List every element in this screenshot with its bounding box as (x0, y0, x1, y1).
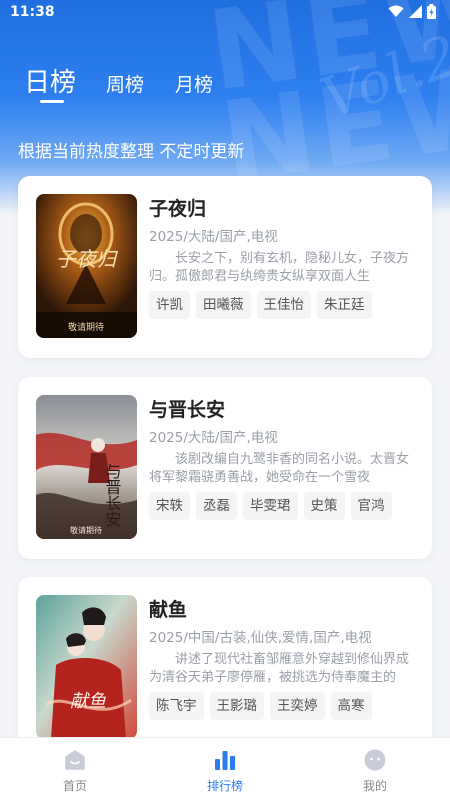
status-bar: 11:38 (0, 0, 450, 26)
nav-profile-label: 我的 (362, 779, 387, 793)
profile-icon (364, 749, 386, 771)
ranking-card[interactable]: 献鱼 献鱼 2025/中国/古装,仙侠,爱情,国产,电视 讲述了现代社畜邹雁意外… (18, 577, 432, 759)
cast-tag: 毕雯珺 (243, 492, 298, 520)
item-description: 讲述了现代社畜邹雁意外穿越到修仙界成为清谷天弟子廖停雁，被挑选为侍奉魔主的 (149, 652, 410, 685)
cast-tag: 田曦薇 (196, 291, 251, 319)
poster-title: 子夜归 (56, 247, 118, 271)
nav-home-label: 首页 (62, 779, 87, 793)
signal-icon (409, 5, 422, 18)
cast-tags: 许凯 田曦薇 王佳怡 朱正廷 (149, 291, 411, 319)
item-description: 该剧改编自九鹭非香的同名小说。太晋女将军黎霜骁勇善战，她受命在一个雪夜 (149, 452, 410, 485)
item-title: 与晋长安 (149, 399, 226, 421)
cast-tag: 王佳怡 (256, 291, 311, 319)
cast-tag: 朱正廷 (317, 291, 372, 319)
nav-home[interactable]: 首页 (0, 738, 150, 800)
status-time: 11:38 (10, 4, 55, 20)
poster-image: 子夜归 敬请期待 (36, 194, 137, 338)
cast-tags: 宋轶 丞磊 毕雯珺 史策 官鸿 (149, 492, 411, 520)
tab-monthly[interactable]: 月榜 (175, 70, 213, 97)
wifi-icon (388, 5, 404, 17)
ranking-card[interactable]: 与晋长安 敬请期待 与晋长安 2025/大陆/国产,电视 该剧改编自九鹭非香的同… (18, 377, 432, 559)
page-subtitle: 根据当前热度整理 不定时更新 (18, 142, 245, 162)
cast-tag: 许凯 (149, 291, 190, 319)
cast-tag: 丞磊 (196, 492, 237, 520)
item-description: 长安之下，别有玄机，隐秘儿女，子夜方归。孤傲郎君与纨绔贵女纵享双面人生 (149, 251, 410, 284)
cast-tag: 史策 (303, 492, 345, 520)
home-icon (65, 750, 85, 770)
cast-tag: 王奕婷 (270, 692, 325, 720)
item-title: 献鱼 (149, 599, 188, 621)
poster-image: 献鱼 (36, 595, 137, 739)
tab-daily[interactable]: 日榜 (24, 62, 76, 99)
poster-title: 与晋长安 (103, 463, 122, 527)
poster-caption: 敬请期待 (70, 525, 102, 535)
cast-tag: 宋轶 (149, 492, 190, 520)
cast-tag: 陈飞宇 (149, 692, 204, 720)
tab-weekly[interactable]: 周榜 (106, 70, 144, 97)
tab-indicator (40, 100, 64, 103)
item-meta: 2025/大陆/国产,电视 (149, 430, 278, 446)
nav-ranking-label: 排行榜 (206, 779, 243, 793)
ranking-icon (215, 751, 235, 770)
poster-image: 与晋长安 敬请期待 (36, 395, 137, 539)
nav-profile[interactable]: 我的 (300, 738, 450, 800)
nav-ranking[interactable]: 排行榜 (150, 738, 300, 800)
item-title: 子夜归 (149, 198, 207, 220)
cast-tag: 王影璐 (209, 692, 264, 720)
bottom-navigation: 首页 排行榜 我的 (0, 737, 450, 800)
item-meta: 2025/中国/古装,仙侠,爱情,国产,电视 (149, 630, 372, 646)
battery-icon (427, 4, 436, 19)
cast-tags: 陈飞宇 王影璐 王奕婷 高寒 (149, 692, 411, 720)
ranking-card[interactable]: 子夜归 敬请期待 子夜归 2025/大陆/国产,电视 长安之下，别有玄机，隐秘儿… (18, 176, 432, 358)
cast-tag: 高寒 (330, 692, 372, 720)
poster-caption: 敬请期待 (68, 321, 104, 333)
cast-tag: 官鸿 (350, 492, 392, 520)
item-meta: 2025/大陆/国产,电视 (149, 229, 278, 245)
poster-title: 献鱼 (70, 691, 106, 712)
